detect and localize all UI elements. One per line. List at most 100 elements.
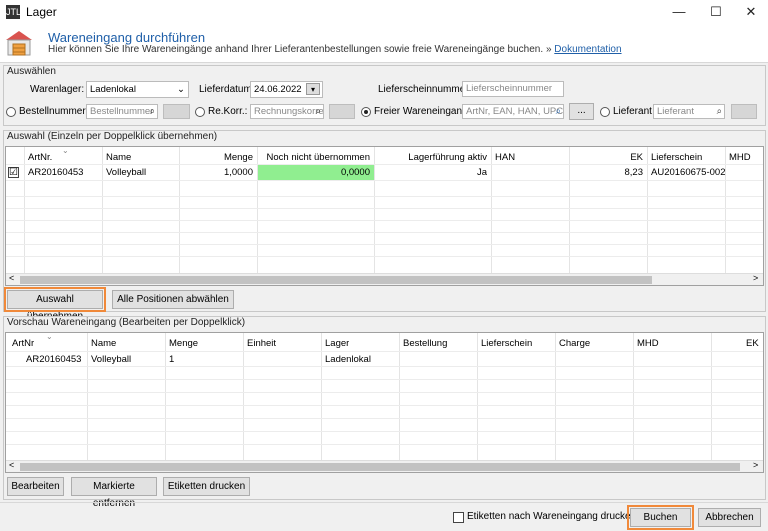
- rekorr-browse-button[interactable]: [329, 104, 355, 119]
- minimize-button[interactable]: —: [664, 0, 694, 24]
- footer-divider: [0, 502, 768, 503]
- column-header-menge[interactable]: Menge: [180, 152, 253, 163]
- scroll-left-icon[interactable]: <: [9, 460, 14, 470]
- freier-wareneingang-radio[interactable]: [361, 107, 371, 117]
- column-header-lieferschein[interactable]: Lieferschein: [651, 152, 702, 163]
- cell-lagerfuehrung: Ja: [476, 167, 487, 178]
- vorschau-grid[interactable]: ⌄ ArtNr Name Menge Einheit Lager Bestell…: [5, 332, 764, 473]
- auswahl-group-title: Auswahl (Einzeln per Doppelklick überneh…: [7, 131, 218, 142]
- lieferant-placeholder: Lieferant: [657, 106, 694, 117]
- search-icon[interactable]: ⌕: [316, 105, 321, 118]
- lieferschein-label: Lieferscheinnummer:: [378, 84, 472, 95]
- bestellnummer-browse-button[interactable]: [163, 104, 190, 119]
- column-header-lager[interactable]: Lager: [325, 338, 349, 349]
- search-icon[interactable]: ⌕: [150, 105, 155, 118]
- freier-placeholder: ArtNr, EAN, HAN, UPC,: [466, 106, 564, 117]
- documentation-link[interactable]: Dokumentation: [554, 44, 621, 55]
- column-header-ek[interactable]: EK: [746, 338, 759, 349]
- warenlager-label: Warenlager:: [30, 84, 85, 95]
- etiketten-checkbox-label: Etiketten nach Wareneingang drucken: [467, 511, 637, 522]
- horizontal-scrollbar[interactable]: < >: [6, 273, 763, 285]
- horizontal-scrollbar[interactable]: < >: [6, 460, 763, 472]
- scrollbar-thumb[interactable]: [20, 463, 740, 471]
- column-header-lagerfuehrung[interactable]: Lagerführung aktiv: [375, 152, 487, 163]
- close-button[interactable]: ✕: [736, 0, 766, 24]
- column-header-charge[interactable]: Charge: [559, 338, 590, 349]
- scroll-left-icon[interactable]: <: [9, 273, 14, 283]
- cell-lieferschein: AU20160675-002: [651, 167, 726, 178]
- buchen-button[interactable]: Buchen: [627, 505, 694, 530]
- lieferscheinnummer-input[interactable]: Lieferscheinnummer: [462, 81, 564, 97]
- bestellnummer-label: Bestellnummer:: [19, 106, 89, 117]
- warenlager-value: Ladenlokal: [90, 84, 136, 95]
- etiketten-checkbox[interactable]: [453, 512, 464, 523]
- alle-positionen-abwaehlen-button[interactable]: Alle Positionen abwählen: [112, 290, 234, 309]
- search-icon[interactable]: ⌕: [556, 105, 561, 118]
- cell-name: Volleyball: [91, 354, 132, 365]
- column-header-artnr[interactable]: ArtNr.: [28, 152, 52, 163]
- cell-noch-nicht-uebernommen: 0,0000: [340, 167, 370, 178]
- bestellnummer-input[interactable]: Bestellnummer ⌕: [86, 104, 158, 119]
- app-icon: JTL: [6, 5, 22, 19]
- column-header-ek[interactable]: EK: [570, 152, 643, 163]
- lieferdatum-field[interactable]: 24.06.2022 ▾: [250, 81, 323, 98]
- lieferant-input[interactable]: Lieferant ⌕: [653, 104, 725, 119]
- bearbeiten-button[interactable]: Bearbeiten: [7, 477, 64, 496]
- table-row[interactable]: AR20160453 Volleyball 1 Ladenlokal: [6, 352, 763, 366]
- scroll-right-icon[interactable]: >: [753, 460, 758, 470]
- sort-indicator-icon: ⌄: [46, 332, 53, 341]
- column-header-artnr[interactable]: ArtNr: [12, 338, 34, 349]
- column-header-noch-nicht-uebernommen[interactable]: Noch nicht übernommen: [258, 152, 371, 163]
- vorschau-group-title: Vorschau Wareneingang (Bearbeiten per Do…: [7, 317, 246, 328]
- column-header-mhd[interactable]: MHD: [729, 152, 751, 163]
- auswahl-grid[interactable]: ⌄ ArtNr. Name Menge Noch nicht übernomme…: [5, 146, 764, 286]
- rekorr-label: Re.Korr.:: [208, 106, 248, 117]
- column-header-name[interactable]: Name: [91, 338, 116, 349]
- select-group-title: Auswählen: [7, 66, 56, 77]
- rekorr-radio[interactable]: [195, 107, 205, 117]
- column-header-menge[interactable]: Menge: [169, 338, 198, 349]
- freier-wareneingang-input[interactable]: ArtNr, EAN, HAN, UPC, ⌕: [462, 104, 564, 119]
- scroll-right-icon[interactable]: >: [753, 273, 758, 283]
- column-header-bestellung[interactable]: Bestellung: [403, 338, 447, 349]
- cell-ek: 8,23: [624, 167, 644, 178]
- rekorr-input[interactable]: Rechnungskorre ⌕: [250, 104, 324, 119]
- cell-name: Volleyball: [106, 167, 147, 178]
- bestellnummer-radio[interactable]: [6, 107, 16, 117]
- title-bar: [0, 0, 768, 24]
- cell-menge: 1,0000: [223, 167, 253, 178]
- subtitle-text: Hier können Sie Ihre Wareneingänge anhan…: [48, 44, 544, 55]
- page-title: Wareneingang durchführen: [48, 30, 206, 45]
- scrollbar-thumb[interactable]: [20, 276, 652, 284]
- bestellnummer-placeholder: Bestellnummer: [90, 106, 154, 117]
- markierte-entfernen-button[interactable]: Markierte entfernen: [71, 477, 157, 509]
- warehouse-icon: [4, 28, 34, 58]
- lieferdatum-value: 24.06.2022: [254, 84, 302, 95]
- cell-artnr: AR20160453: [28, 167, 84, 178]
- column-header-lieferschein[interactable]: Lieferschein: [481, 338, 532, 349]
- page-subtitle: Hier können Sie Ihre Wareneingänge anhan…: [48, 44, 622, 55]
- etiketten-drucken-button[interactable]: Etiketten drucken: [163, 477, 250, 496]
- calendar-icon[interactable]: ▾: [306, 83, 320, 95]
- search-icon[interactable]: ⌕: [717, 105, 722, 118]
- rekorr-placeholder: Rechnungskorre: [254, 106, 324, 117]
- cell-menge: 1: [169, 354, 175, 365]
- lieferant-browse-button[interactable]: [731, 104, 757, 119]
- lieferdatum-label: Lieferdatum:: [199, 84, 255, 95]
- sort-indicator-icon: ⌄: [62, 146, 69, 155]
- column-header-name[interactable]: Name: [106, 152, 131, 163]
- table-row[interactable]: ☑ AR20160453 Volleyball 1,0000 0,0000 Ja…: [6, 165, 763, 180]
- column-header-mhd[interactable]: MHD: [637, 338, 659, 349]
- window-title: Lager: [26, 5, 57, 19]
- freier-browse-button[interactable]: ...: [569, 103, 594, 120]
- warenlager-select[interactable]: Ladenlokal ⌄: [86, 81, 189, 98]
- row-checkbox[interactable]: ☑: [8, 167, 19, 178]
- column-header-einheit[interactable]: Einheit: [247, 338, 276, 349]
- auswahl-uebernehmen-button[interactable]: Auswahl übernehmen: [4, 287, 106, 322]
- maximize-button[interactable]: ☐: [701, 0, 731, 24]
- freier-wareneingang-label: Freier Wareneingang:: [374, 106, 471, 117]
- abbrechen-button[interactable]: Abbrechen: [698, 508, 761, 527]
- cell-lager: Ladenlokal: [325, 354, 371, 365]
- column-header-han[interactable]: HAN: [495, 152, 515, 163]
- lieferant-radio[interactable]: [600, 107, 610, 117]
